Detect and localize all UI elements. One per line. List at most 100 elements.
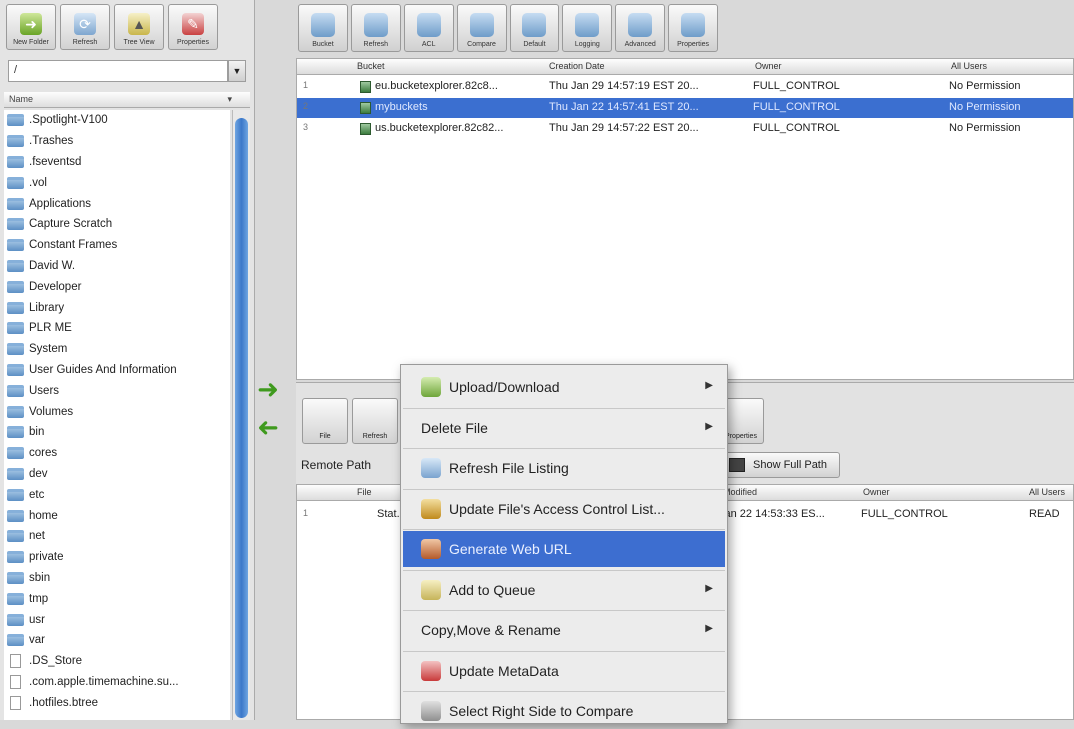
tree-folder-item[interactable]: Capture Scratch bbox=[4, 214, 230, 235]
col-creation-date[interactable]: Creation Date bbox=[549, 61, 605, 71]
tree-item-label: .Trashes bbox=[29, 135, 74, 148]
tree-item-label: Volumes bbox=[29, 405, 74, 418]
menu-item-copy-move-rename[interactable]: Copy,Move & Rename ▶ bbox=[403, 612, 725, 648]
tree-item-label: System bbox=[29, 343, 68, 356]
properties-button[interactable]: ✎ Properties bbox=[168, 4, 218, 50]
tree-file-item[interactable]: .com.apple.timemachine.su... bbox=[4, 672, 230, 693]
menu-item-refresh-file-listing[interactable]: Refresh File Listing bbox=[403, 450, 725, 486]
show-full-path-button[interactable]: Show Full Path bbox=[722, 452, 840, 478]
tree-folder-item[interactable]: .vol bbox=[4, 172, 230, 193]
menu-item-upload-download[interactable]: Upload/Download ▶ bbox=[403, 369, 725, 405]
menu-item-add-to-queue[interactable]: Add to Queue ▶ bbox=[403, 572, 725, 608]
folder-icon bbox=[7, 509, 24, 522]
tree-file-item[interactable]: .DS_Store bbox=[4, 651, 230, 672]
tree-folder-item[interactable]: cores bbox=[4, 443, 230, 464]
tree-folder-item[interactable]: User Guides And Information bbox=[4, 360, 230, 381]
col-file-owner[interactable]: Owner bbox=[863, 487, 890, 497]
toolbar-button-properties[interactable]: Properties bbox=[668, 4, 718, 52]
tree-folder-item[interactable]: System bbox=[4, 339, 230, 360]
menu-item-update-file-s-access-control-list[interactable]: Update File's Access Control List... bbox=[403, 491, 725, 527]
tree-item-label: etc bbox=[29, 488, 45, 501]
folder-icon bbox=[7, 343, 24, 356]
tree-item-label: .vol bbox=[29, 176, 47, 189]
tree-view-button[interactable]: ▲ Tree View bbox=[114, 4, 164, 50]
tree-file-item[interactable]: .hotfiles.btree bbox=[4, 692, 230, 713]
menu-item-update-metadata[interactable]: Update MetaData bbox=[403, 653, 725, 689]
toolbar-button-refresh[interactable]: Refresh bbox=[350, 4, 401, 52]
show-full-path-icon bbox=[729, 458, 745, 472]
scrollbar-thumb[interactable] bbox=[235, 118, 248, 718]
tree-item-label: .com.apple.timemachine.su... bbox=[29, 675, 179, 688]
tree-folder-item[interactable]: dev bbox=[4, 464, 230, 485]
tree-folder-item[interactable]: usr bbox=[4, 609, 230, 630]
local-path-input[interactable]: / bbox=[8, 60, 228, 82]
folder-icon bbox=[7, 613, 24, 626]
tree-folder-item[interactable]: .Spotlight-V100 bbox=[4, 110, 230, 131]
col-bucket[interactable]: Bucket bbox=[357, 61, 385, 71]
tree-item-label: cores bbox=[29, 447, 58, 460]
bucket-row[interactable]: 1 eu.bucketexplorer.82c8... Thu Jan 29 14:… bbox=[297, 77, 1073, 97]
menu-item-label: Copy,Move & Rename bbox=[421, 622, 561, 638]
tree-item-label: User Guides And Information bbox=[29, 363, 177, 376]
col-file-all-users[interactable]: All Users bbox=[1029, 487, 1065, 497]
new-folder-label: New Folder bbox=[13, 39, 49, 46]
folder-icon bbox=[7, 363, 24, 376]
tree-folder-item[interactable]: tmp bbox=[4, 588, 230, 609]
download-arrow-icon[interactable]: ➜ bbox=[255, 412, 281, 442]
tree-folder-item[interactable]: PLR ME bbox=[4, 318, 230, 339]
tree-folder-item[interactable]: Applications bbox=[4, 193, 230, 214]
acl-icon bbox=[416, 13, 441, 37]
tree-folder-item[interactable]: Library bbox=[4, 297, 230, 318]
refresh-icon bbox=[363, 13, 388, 37]
bucket-icon bbox=[360, 123, 371, 135]
tree-folder-item[interactable]: net bbox=[4, 526, 230, 547]
tree-folder-item[interactable]: home bbox=[4, 505, 230, 526]
tree-folder-item[interactable]: Volumes bbox=[4, 401, 230, 422]
tree-folder-item[interactable]: David W. bbox=[4, 256, 230, 277]
bucket-row[interactable]: 2 mybuckets Thu Jan 22 14:57:41 EST 20... F… bbox=[297, 98, 1073, 118]
toolbar-button-advanced[interactable]: Advanced bbox=[615, 4, 666, 52]
tree-item-label: dev bbox=[29, 467, 48, 480]
refresh-button[interactable]: ⟳ Refresh bbox=[60, 4, 110, 50]
metadata-icon bbox=[421, 660, 441, 681]
toolbar-button-bucket[interactable]: Bucket bbox=[298, 4, 348, 52]
menu-item-generate-web-url[interactable]: Generate Web URL bbox=[403, 531, 725, 567]
properties-icon bbox=[681, 13, 706, 37]
tree-folder-item[interactable]: etc bbox=[4, 484, 230, 505]
tree-column-header[interactable]: Name ▾ bbox=[4, 92, 250, 108]
toolbar-button-default[interactable]: Default bbox=[509, 4, 560, 52]
menu-item-delete-file[interactable]: Delete File ▶ bbox=[403, 410, 725, 446]
tree-item-label: .DS_Store bbox=[29, 655, 83, 668]
toolbar-button-acl[interactable]: ACL bbox=[403, 4, 454, 52]
toolbar-button-logging[interactable]: Logging bbox=[562, 4, 613, 52]
tree-item-label: usr bbox=[29, 613, 45, 626]
tree-folder-item[interactable]: Users bbox=[4, 380, 230, 401]
menu-item-select-right-side-to-compare[interactable]: Select Right Side to Compare bbox=[403, 693, 725, 729]
upload-arrow-icon[interactable]: ➜ bbox=[255, 376, 281, 402]
bucket-cell-date: Thu Jan 29 14:57:19 EST 20... bbox=[549, 80, 699, 92]
tree-folder-item[interactable]: .fseventsd bbox=[4, 152, 230, 173]
bucket-icon bbox=[360, 81, 371, 93]
new-folder-button[interactable]: ➜ New Folder bbox=[6, 4, 56, 50]
remote-refresh-button[interactable]: Refresh bbox=[352, 398, 398, 444]
menu-item-label: Add to Queue bbox=[449, 581, 536, 598]
tree-folder-item[interactable]: private bbox=[4, 547, 230, 568]
menu-separator bbox=[403, 407, 725, 409]
web-url-icon bbox=[421, 539, 441, 559]
col-modified[interactable]: Modified bbox=[723, 487, 757, 497]
toolbar-button-compare[interactable]: Compare bbox=[456, 4, 507, 52]
bucket-row[interactable]: 3 us.bucketexplorer.82c82... Thu Jan 29 14… bbox=[297, 119, 1073, 139]
tree-folder-item[interactable]: sbin bbox=[4, 568, 230, 589]
tree-folder-item[interactable]: Developer bbox=[4, 276, 230, 297]
file-button[interactable]: File bbox=[302, 398, 348, 444]
tree-folder-item[interactable]: var bbox=[4, 630, 230, 651]
tree-folder-item[interactable]: bin bbox=[4, 422, 230, 443]
path-dropdown-icon[interactable]: ▼ bbox=[228, 60, 246, 82]
col-file[interactable]: File bbox=[357, 487, 372, 497]
tree-folder-item[interactable]: .Trashes bbox=[4, 131, 230, 152]
tree-scrollbar[interactable] bbox=[232, 110, 250, 720]
folder-icon bbox=[7, 426, 24, 439]
col-all-users[interactable]: All Users bbox=[951, 61, 987, 71]
tree-folder-item[interactable]: Constant Frames bbox=[4, 235, 230, 256]
col-owner[interactable]: Owner bbox=[755, 61, 782, 71]
